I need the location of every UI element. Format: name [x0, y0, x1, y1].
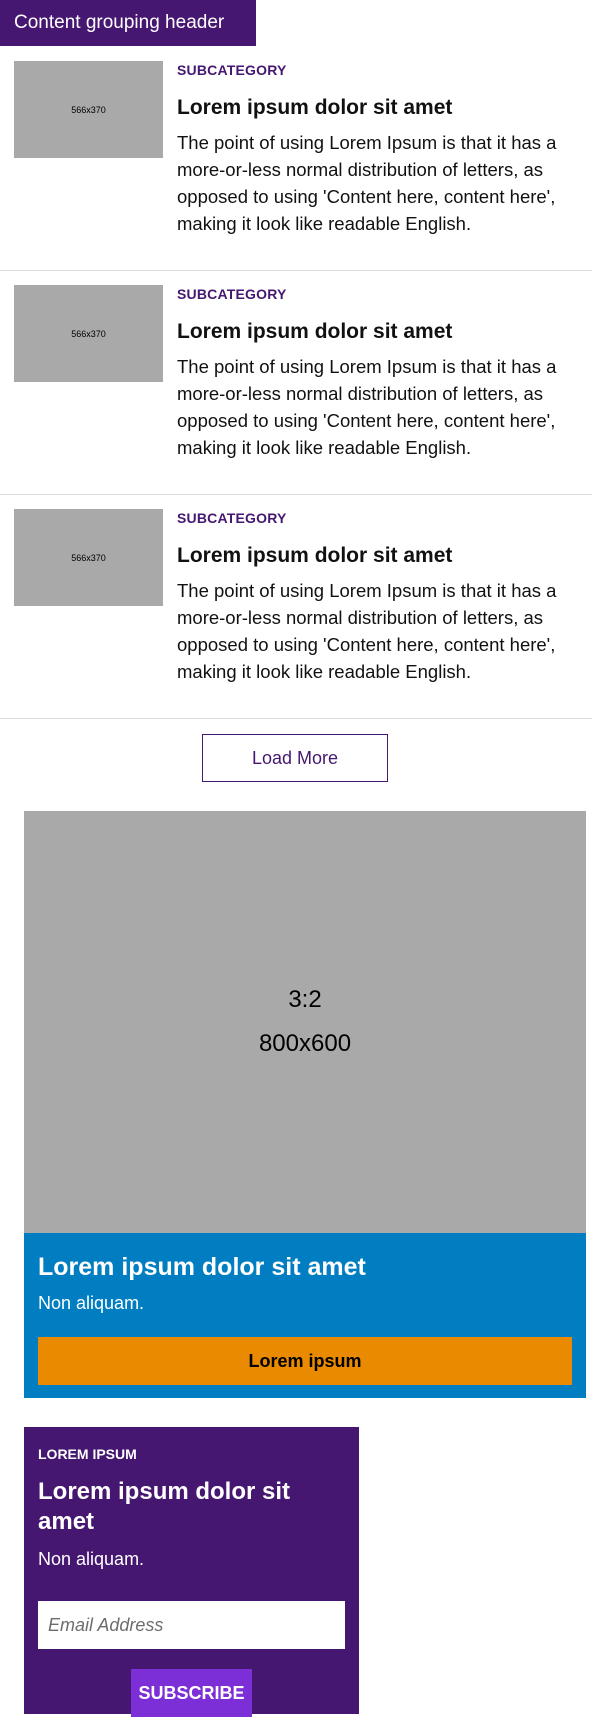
article-summary: The point of using Lorem Ipsum is that i… — [177, 580, 557, 682]
promo-image[interactable]: 3:2 800x600 — [24, 811, 586, 1233]
newsletter-signup: LOREM IPSUM Lorem ipsum dolor sit amet N… — [24, 1427, 359, 1717]
article-title[interactable]: Lorem ipsum dolor sit amet — [177, 95, 577, 121]
email-field[interactable] — [38, 1601, 345, 1649]
article-thumbnail[interactable]: 566x370 — [14, 509, 163, 606]
load-more-button[interactable]: Load More — [202, 734, 388, 782]
promo-card: 3:2 800x600 Lorem ipsum dolor sit amet N… — [24, 811, 586, 1398]
newsletter-subtitle: Non aliquam. — [38, 1549, 145, 1569]
article-title[interactable]: Lorem ipsum dolor sit amet — [177, 543, 577, 569]
article-thumbnail[interactable]: 566x370 — [14, 61, 163, 158]
promo-title: Lorem ipsum dolor sit amet — [38, 1253, 366, 1281]
article-card[interactable]: 566x370 SUBCATEGORY Lorem ipsum dolor si… — [0, 509, 592, 719]
article-card[interactable]: 566x370 SUBCATEGORY Lorem ipsum dolor si… — [0, 61, 592, 271]
article-title[interactable]: Lorem ipsum dolor sit amet — [177, 319, 577, 345]
subscribe-button[interactable]: SUBSCRIBE — [131, 1669, 252, 1717]
promo-subtitle: Non aliquam. — [38, 1293, 145, 1313]
article-thumbnail[interactable]: 566x370 — [14, 285, 163, 382]
article-summary: The point of using Lorem Ipsum is that i… — [177, 132, 557, 234]
promo-cta-button[interactable]: Lorem ipsum — [38, 1337, 572, 1385]
newsletter-title: Lorem ipsum dolor sit amet — [38, 1478, 291, 1535]
article-subcategory[interactable]: SUBCATEGORY — [177, 285, 577, 303]
article-card[interactable]: 566x370 SUBCATEGORY Lorem ipsum dolor si… — [0, 285, 592, 495]
article-subcategory[interactable]: SUBCATEGORY — [177, 509, 577, 527]
article-subcategory[interactable]: SUBCATEGORY — [177, 61, 577, 79]
promo-image-size: 800x600 — [258, 1030, 352, 1057]
promo-image-ratio: 3:2 — [288, 986, 322, 1013]
newsletter-eyebrow: LOREM IPSUM — [38, 1446, 137, 1462]
promo-panel: Lorem ipsum dolor sit amet Non aliquam. … — [24, 1233, 586, 1398]
content-grouping-header: Content grouping header — [0, 0, 256, 46]
article-summary: The point of using Lorem Ipsum is that i… — [177, 356, 557, 458]
